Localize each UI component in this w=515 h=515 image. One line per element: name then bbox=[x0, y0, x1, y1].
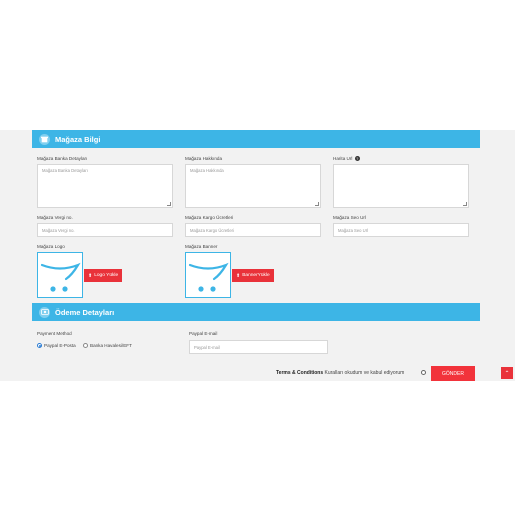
tax-label: Mağaza Vergi no. bbox=[37, 215, 73, 220]
radio-paypal-label[interactable]: Paypal E-Posta bbox=[44, 343, 76, 348]
scroll-top-button[interactable]: ⌃ bbox=[501, 367, 513, 379]
logo-upload-label: Logo Yükle bbox=[94, 273, 119, 278]
radio-paypal[interactable] bbox=[37, 343, 42, 348]
cart-logo-icon bbox=[188, 262, 229, 292]
upload-icon: ⬆ bbox=[88, 272, 93, 279]
logo-label: Mağaza Logo bbox=[37, 244, 65, 249]
logo-upload-button[interactable]: ⬆ Logo Yükle bbox=[84, 269, 123, 282]
paypal-email-input[interactable]: Paypal E-mail bbox=[189, 340, 328, 354]
banner-upload-label: BannerYükle bbox=[242, 273, 270, 278]
seo-input[interactable]: Mağaza Seo Url bbox=[333, 223, 469, 237]
paypal-email-label: Paypal E-mail bbox=[189, 331, 218, 336]
upload-icon: ⬆ bbox=[236, 272, 241, 279]
resize-handle-icon[interactable] bbox=[463, 202, 467, 206]
shipping-label: Mağaza Kargo Ücretleri bbox=[185, 215, 234, 220]
about-placeholder: Mağaza Hakkında bbox=[190, 168, 224, 173]
store-info-header: Mağaza Bilgi bbox=[32, 130, 480, 148]
store-icon bbox=[39, 133, 50, 145]
chevron-up-icon: ⌃ bbox=[504, 370, 510, 377]
map-url-label-text: Harita Url bbox=[333, 156, 353, 161]
cart-logo-icon bbox=[40, 262, 81, 292]
resize-handle-icon[interactable] bbox=[315, 202, 319, 206]
resize-handle-icon[interactable] bbox=[167, 202, 171, 206]
seo-label: Mağaza Seo Url bbox=[333, 215, 366, 220]
banner-upload-button[interactable]: ⬆ BannerYükle bbox=[232, 269, 274, 282]
payment-title: Ödeme Detayları bbox=[55, 307, 115, 317]
terms-text: Kuralları okudum ve kabul ediyorum bbox=[324, 370, 405, 376]
payment-method-label: Payment Method bbox=[37, 331, 72, 336]
terms-checkbox[interactable] bbox=[421, 370, 426, 375]
banner-preview bbox=[185, 252, 231, 298]
map-url-label: Harita Url ? bbox=[333, 156, 360, 161]
logo-preview bbox=[37, 252, 83, 298]
banner-label: Mağaza Banner bbox=[185, 244, 218, 249]
bank-details-label: Mağaza Banka Detayları bbox=[37, 156, 88, 161]
store-info-title: Mağaza Bilgi bbox=[55, 134, 101, 144]
help-icon[interactable]: ? bbox=[354, 156, 360, 161]
about-label: Mağaza Hakkında bbox=[185, 156, 223, 161]
about-textarea[interactable]: Mağaza Hakkında bbox=[185, 164, 321, 208]
tax-placeholder: Mağaza Vergi no. bbox=[42, 227, 75, 233]
map-url-textarea[interactable] bbox=[333, 164, 469, 208]
terms-link[interactable]: Terms & Conditions bbox=[276, 370, 323, 376]
submit-button[interactable]: GÖNDER bbox=[431, 366, 475, 381]
bank-details-placeholder: Mağaza Banka Detayları bbox=[42, 168, 88, 173]
payment-icon bbox=[39, 306, 50, 318]
seo-placeholder: Mağaza Seo Url bbox=[338, 227, 369, 233]
radio-bank-transfer-label[interactable]: Banka Havalesi/EFT bbox=[90, 343, 132, 348]
bank-details-textarea[interactable]: Mağaza Banka Detayları bbox=[37, 164, 173, 208]
radio-bank-transfer[interactable] bbox=[83, 343, 88, 348]
shipping-placeholder: Mağaza Kargo Ücretleri bbox=[190, 227, 234, 233]
payment-header: Ödeme Detayları bbox=[32, 303, 480, 321]
terms-row: Terms & Conditions Kuralları okudum ve k… bbox=[276, 370, 404, 376]
shipping-input[interactable]: Mağaza Kargo Ücretleri bbox=[185, 223, 321, 237]
paypal-email-placeholder: Paypal E-mail bbox=[194, 344, 220, 350]
form-viewport: Mağaza Bilgi Mağaza Banka Detayları Mağa… bbox=[0, 130, 515, 381]
tax-input[interactable]: Mağaza Vergi no. bbox=[37, 223, 173, 237]
